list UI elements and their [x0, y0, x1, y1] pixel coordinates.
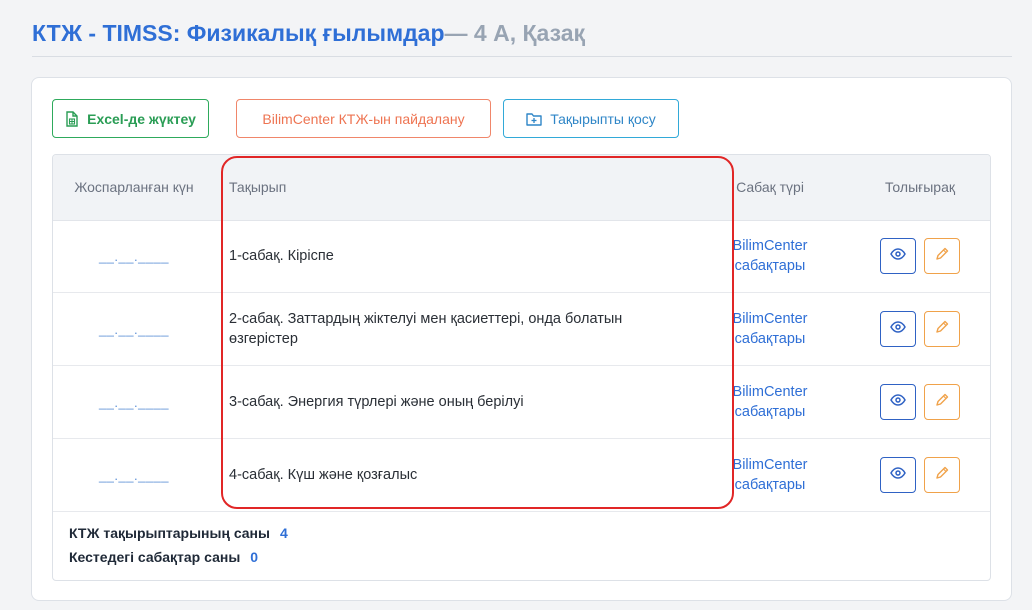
lesson-type-link[interactable]: BilimCenter сабақтары — [713, 220, 827, 292]
edit-button[interactable] — [924, 311, 960, 347]
topics-table: Жоспарланған күн Тақырып Сабақ түрі Толы… — [52, 154, 991, 581]
planned-date-link[interactable]: __.__.____ — [73, 293, 195, 365]
header-topic: Тақырып — [229, 179, 287, 195]
topic-cell: 1-сабақ. Кіріспе — [229, 248, 334, 264]
page-subtitle: — 4 А, Қазақ — [444, 20, 586, 46]
topics-count-summary: КТЖ тақырыптарының саны 4 — [69, 525, 288, 541]
use-bilimcenter-plan-label: BilimCenter КТЖ-ын пайдалану — [262, 110, 465, 127]
header-details: Толығырақ — [884, 179, 956, 195]
topic-cell: 3-сабақ. Энергия түрлері және оның беріл… — [229, 394, 524, 410]
planned-date-link[interactable]: __.__.____ — [73, 366, 195, 438]
lesson-type-link[interactable]: BilimCenter сабақтары — [713, 293, 827, 365]
pencil-icon — [934, 246, 950, 267]
topic-cell: 4-сабақ. Күш және қозғалыс — [229, 467, 418, 483]
table-row: __.__.____ 3-сабақ. Энергия түрлері және… — [53, 366, 990, 439]
planned-date-link[interactable]: __.__.____ — [73, 439, 195, 511]
eye-icon — [890, 393, 906, 411]
pencil-icon — [934, 319, 950, 340]
topic-cell: 2-сабақ. Заттардың жіктелуі мен қасиетте… — [229, 311, 623, 347]
pencil-icon — [934, 392, 950, 413]
table-row: __.__.____ 2-сабақ. Заттардың жіктелуі м… — [53, 293, 990, 366]
page-title: КТЖ - TIMSS: Физикалық ғылымдар— 4 А, Қа… — [32, 18, 1012, 48]
excel-download-label: Excel-де жүктеу — [87, 110, 196, 127]
topics-count-label: КТЖ тақырыптарының саны — [69, 525, 270, 541]
eye-icon — [890, 466, 906, 484]
view-button[interactable] — [880, 311, 916, 347]
page-header: КТЖ - TIMSS: Физикалық ғылымдар— 4 А, Қа… — [32, 18, 1012, 57]
add-topic-label: Тақырыпты қосу — [550, 110, 656, 127]
spreadsheet-file-icon — [65, 110, 79, 127]
header-lesson-type: Сабақ түрі — [736, 179, 804, 195]
use-bilimcenter-plan-button[interactable]: BilimCenter КТЖ-ын пайдалану — [236, 99, 491, 138]
pencil-icon — [934, 465, 950, 486]
lessons-count-label: Кестедегі сабақтар саны — [69, 549, 241, 565]
lesson-type-link[interactable]: BilimCenter сабақтары — [713, 439, 827, 511]
edit-button[interactable] — [924, 457, 960, 493]
eye-icon — [890, 320, 906, 338]
main-card: Excel-де жүктеу BilimCenter КТЖ-ын пайда… — [31, 77, 1012, 601]
eye-icon — [890, 247, 906, 265]
planned-date-link[interactable]: __.__.____ — [73, 220, 195, 292]
edit-button[interactable] — [924, 384, 960, 420]
lesson-type-link[interactable]: BilimCenter сабақтары — [713, 366, 827, 438]
view-button[interactable] — [880, 384, 916, 420]
folder-plus-icon — [526, 112, 542, 126]
header-planned-date: Жоспарланған күн — [74, 179, 194, 195]
page-title-main: КТЖ - TIMSS: Физикалық ғылымдар — [32, 20, 445, 46]
excel-download-button[interactable]: Excel-де жүктеу — [52, 99, 209, 138]
topics-count-value: 4 — [279, 525, 288, 541]
table-header: Жоспарланған күн Тақырып Сабақ түрі Толы… — [53, 155, 990, 221]
lessons-count-summary: Кестедегі сабақтар саны 0 — [69, 549, 258, 565]
lessons-count-value: 0 — [250, 549, 259, 565]
table-row: __.__.____ 4-сабақ. Күш және қозғалыс Bi… — [53, 439, 990, 512]
view-button[interactable] — [880, 238, 916, 274]
add-topic-button[interactable]: Тақырыпты қосу — [503, 99, 679, 138]
edit-button[interactable] — [924, 238, 960, 274]
view-button[interactable] — [880, 457, 916, 493]
table-row: __.__.____ 1-сабақ. Кіріспе BilimCenter … — [53, 220, 990, 293]
